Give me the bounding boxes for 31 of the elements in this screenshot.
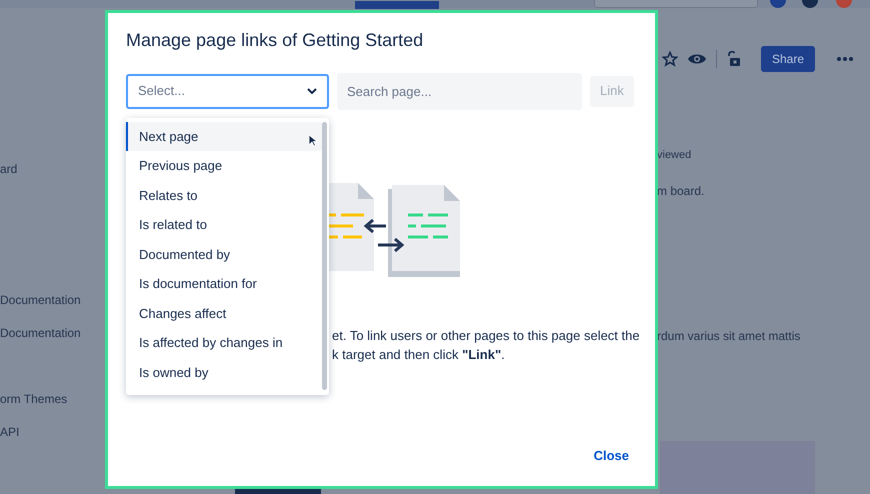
dropdown-item[interactable]: Previous page [126,151,322,181]
sidebar-item[interactable]: Documentation [0,291,81,309]
dropdown-item[interactable]: Is affected by changes in [126,328,322,358]
select-placeholder: Select... [138,82,185,100]
unlock-icon[interactable] [727,51,741,67]
search-page-field[interactable]: Search page... [337,72,582,110]
dropdown-item[interactable]: Is owned by [126,358,322,388]
scrollbar[interactable] [322,122,327,390]
sidebar-item[interactable]: orm Themes [0,390,68,408]
page-text: m board. [657,183,704,200]
chevron-down-icon [307,88,317,94]
star-icon[interactable] [662,51,678,67]
dropdown-item[interactable]: Changes affect [126,298,322,328]
dropdown-item[interactable]: Is related to [126,210,322,240]
page-text: rdum varius sit amet mattis [657,328,800,345]
close-button[interactable]: Close [588,444,635,466]
eye-icon[interactable] [688,53,706,65]
relation-select[interactable]: Select... [126,74,329,109]
dropdown-item[interactable]: Next page [126,122,322,152]
message-text: k target and then click "Link". [332,346,506,364]
dialog-title: Manage page links of Getting Started [126,30,424,52]
dropdown-item[interactable]: Relates to [126,180,322,210]
dropdown-item[interactable]: Documented by [126,240,322,270]
sidebar-item[interactable]: Documentation [0,324,81,342]
page-text: viewed [657,148,692,163]
dropdown-item[interactable]: Is documentation for [126,269,322,299]
share-button[interactable]: Share [761,46,816,72]
more-icon[interactable] [837,57,854,61]
sidebar-item[interactable]: ard [0,160,18,178]
cursor-icon [309,134,317,147]
sidebar-item[interactable]: API [0,423,20,441]
